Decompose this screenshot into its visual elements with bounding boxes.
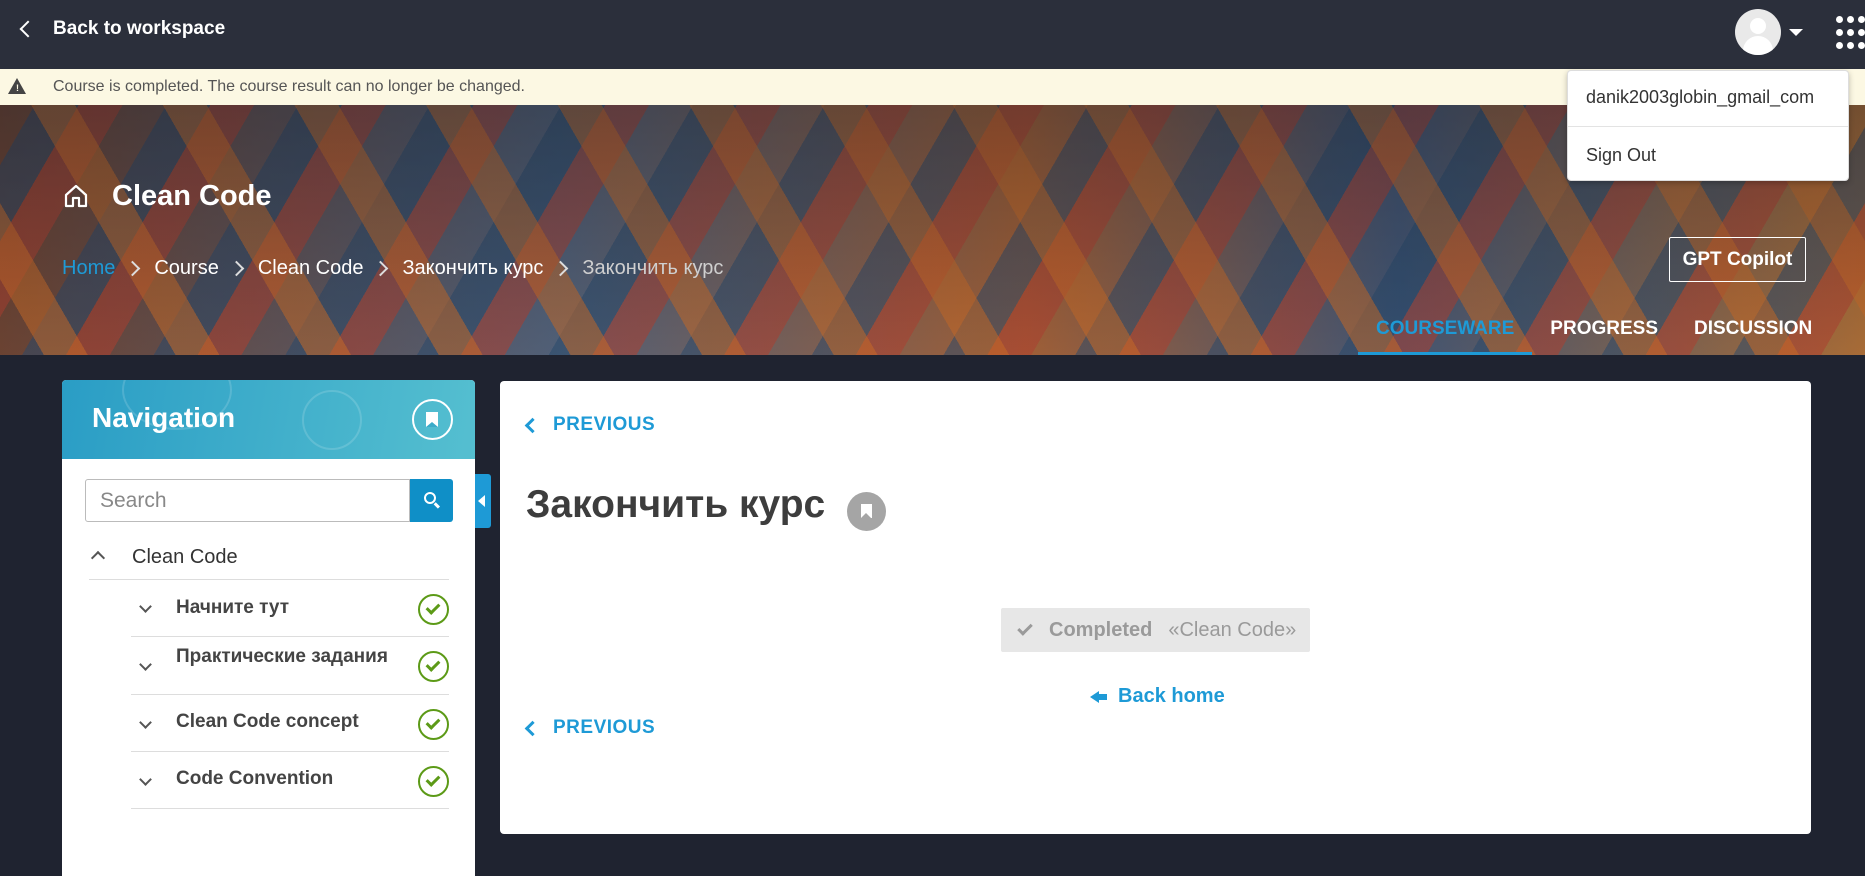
navigation-title: Navigation [92, 402, 236, 433]
outline-item-label: Code Convention [176, 768, 334, 789]
apps-grid-icon[interactable] [1836, 16, 1865, 49]
tab-progress[interactable]: PROGRESS [1532, 317, 1676, 355]
warning-icon: ! [8, 78, 26, 94]
bookmarks-button[interactable] [412, 399, 453, 440]
completed-label: Completed [1049, 618, 1153, 641]
caret-down-icon[interactable] [1789, 29, 1803, 36]
outline-search [85, 479, 453, 522]
outline-item-clean-code-concept[interactable]: Clean Code concept [131, 695, 449, 752]
bookmark-icon [426, 412, 438, 427]
gpt-copilot-button[interactable]: GPT Copilot [1669, 237, 1806, 282]
course-title: Clean Code [112, 180, 272, 212]
chevron-down-icon [139, 773, 152, 786]
breadcrumb-current: Закончить курс [582, 257, 724, 279]
avatar-body-icon [1743, 36, 1773, 55]
check-icon [1017, 620, 1033, 636]
previous-label: PREVIOUS [553, 414, 656, 435]
chevron-right-icon [228, 260, 245, 277]
bookmark-icon [861, 504, 872, 518]
course-navigation-sidebar: Navigation Clean Code Начните тут Практи… [62, 380, 475, 876]
sign-out-item[interactable]: Sign Out [1568, 145, 1848, 166]
header-decoration [302, 390, 362, 450]
previous-button-bottom[interactable]: PREVIOUS [524, 717, 656, 739]
search-button[interactable] [410, 479, 453, 522]
outline-item-code-convention[interactable]: Code Convention [131, 752, 449, 809]
dropdown-username[interactable]: danik2003globin_gmail_com [1568, 87, 1848, 108]
chevron-right-icon [125, 260, 141, 277]
completed-course-name: «Clean Code» [1168, 618, 1297, 641]
chevron-left-icon [19, 20, 37, 38]
arrow-left-icon [1090, 689, 1108, 705]
chevron-left-icon [524, 417, 541, 433]
check-circle-icon [418, 651, 449, 682]
breadcrumb-course[interactable]: Course [154, 257, 218, 280]
user-dropdown-menu: danik2003globin_gmail_com Sign Out [1567, 70, 1849, 181]
chevron-up-icon [90, 550, 106, 566]
outline-section-label: Clean Code [132, 546, 238, 568]
search-icon-handle [433, 502, 441, 509]
tab-courseware[interactable]: COURSEWARE [1358, 317, 1533, 355]
breadcrumb-finish-section[interactable]: Закончить курс [402, 257, 543, 280]
outline-item-label: Clean Code concept [176, 711, 359, 732]
check-circle-icon [418, 709, 449, 740]
bookmark-unit-button[interactable] [847, 492, 886, 531]
outline-item-start-here[interactable]: Начните тут [131, 580, 449, 637]
unit-title: Закончить курс [526, 483, 826, 526]
top-bar: Back to workspace [0, 0, 1865, 69]
dropdown-divider [1568, 126, 1848, 127]
breadcrumb-home[interactable]: Home [62, 257, 115, 280]
unit-content: PREVIOUS Закончить курс Completed «Clean… [500, 381, 1811, 834]
outline-item-label: Практические задания [176, 646, 388, 667]
outline-item-practical-tasks[interactable]: Практические задания [131, 637, 449, 695]
chevron-down-icon [139, 600, 152, 613]
avatar[interactable] [1735, 9, 1781, 55]
back-home-link[interactable]: Back home [1090, 685, 1225, 708]
navigation-header: Navigation [62, 380, 475, 459]
course-tabs: COURSEWARE PROGRESS DISCUSSION [1358, 317, 1830, 355]
chevron-right-icon [373, 260, 389, 277]
previous-button-top[interactable]: PREVIOUS [524, 414, 656, 436]
alert-text: Course is completed. The course result c… [53, 78, 525, 95]
chevron-down-icon [139, 716, 152, 729]
previous-label: PREVIOUS [553, 717, 656, 738]
home-icon [64, 184, 88, 208]
back-home-label: Back home [1118, 685, 1225, 707]
chevron-right-icon [553, 260, 569, 277]
caret-left-icon [478, 495, 485, 507]
avatar-head-icon [1750, 18, 1766, 34]
breadcrumb: Home Course Clean Code Закончить курс За… [62, 257, 723, 280]
back-to-workspace-label: Back to workspace [53, 18, 226, 39]
breadcrumb-clean-code[interactable]: Clean Code [258, 257, 364, 280]
check-circle-icon [418, 594, 449, 625]
outline-section-clean-code[interactable]: Clean Code [89, 536, 449, 580]
check-circle-icon [418, 766, 449, 797]
back-to-workspace-link[interactable]: Back to workspace [16, 14, 225, 44]
chevron-left-icon [524, 720, 541, 736]
chevron-down-icon [139, 658, 152, 671]
sidebar-collapse-toggle[interactable] [475, 474, 491, 528]
course-completed-status: Completed «Clean Code» [1001, 608, 1310, 652]
outline-item-label: Начните тут [176, 597, 290, 618]
search-input[interactable] [85, 479, 410, 522]
tab-discussion[interactable]: DISCUSSION [1676, 317, 1830, 355]
